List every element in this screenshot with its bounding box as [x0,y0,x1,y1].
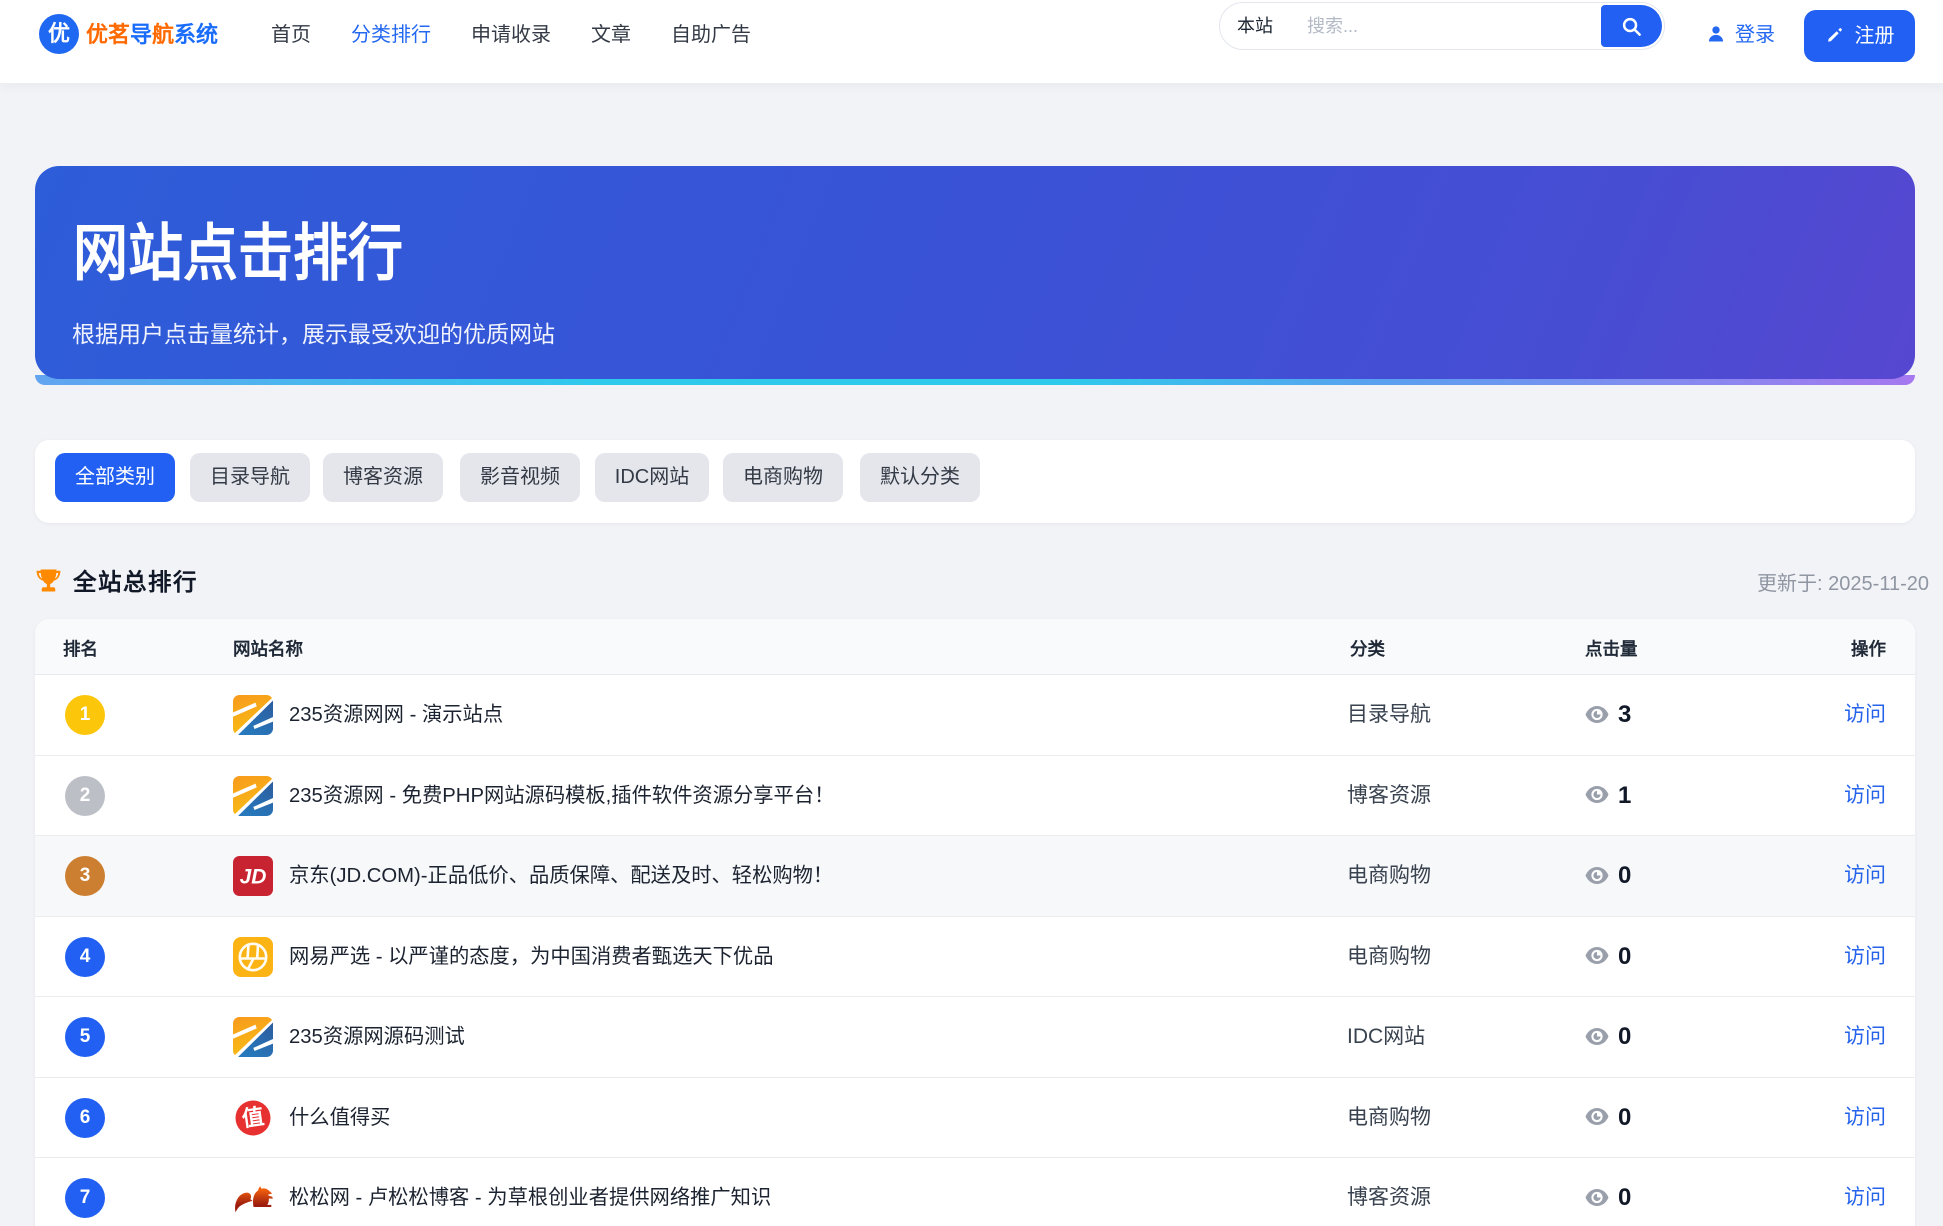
svg-text:值: 值 [240,1103,265,1131]
svg-text:JD: JD [240,866,267,889]
